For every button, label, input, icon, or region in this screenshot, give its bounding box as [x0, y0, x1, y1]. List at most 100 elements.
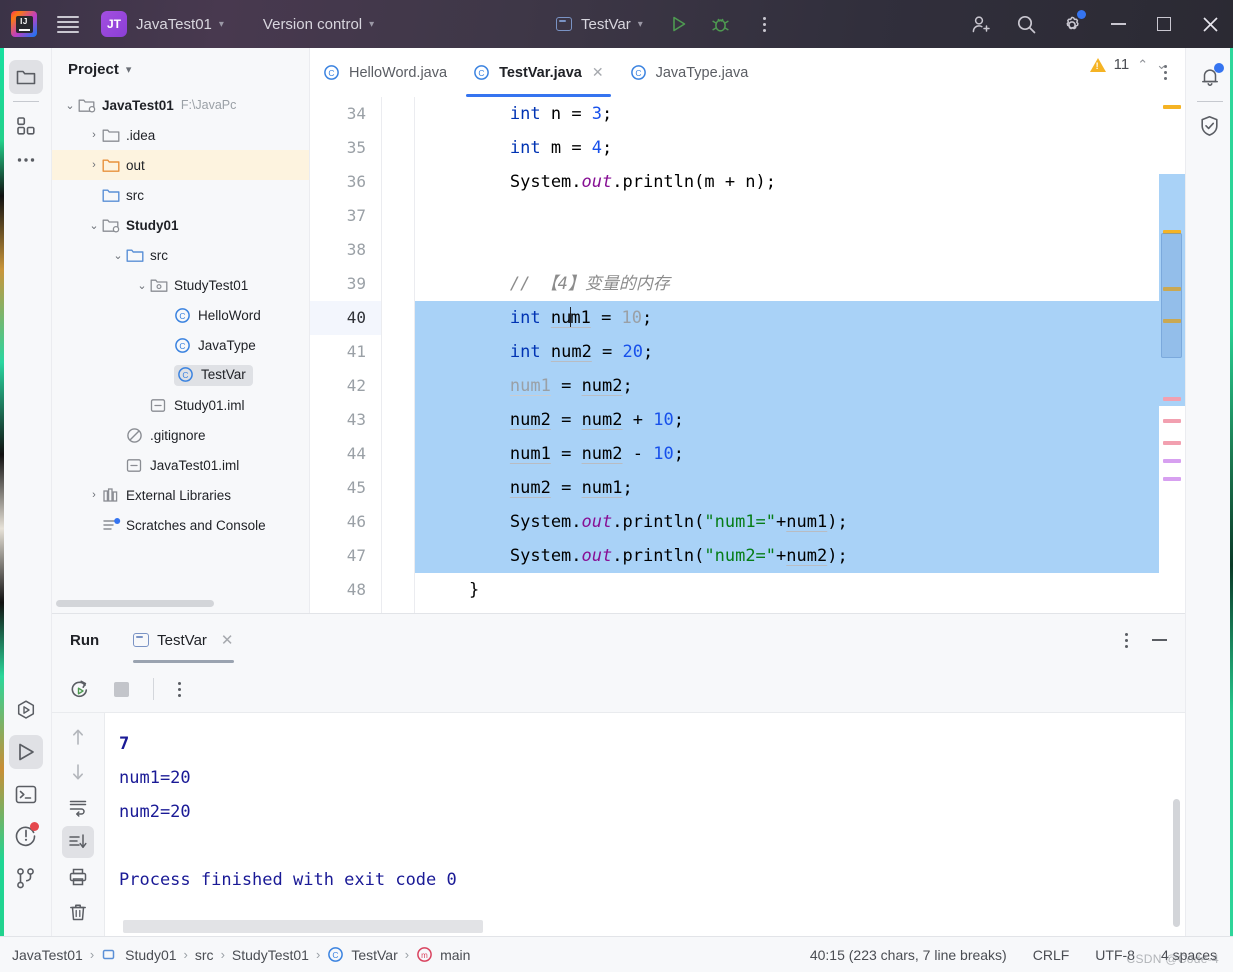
- project-tree-hscrollbar[interactable]: [56, 600, 306, 607]
- code-line[interactable]: // 【4】变量的内存: [416, 267, 1185, 301]
- tree-node-testvar[interactable]: · C TestVar: [52, 360, 309, 390]
- chevron-right-icon[interactable]: ›: [86, 159, 102, 171]
- stripe-marker-vio[interactable]: [1163, 459, 1181, 463]
- console-output[interactable]: 7 num1=20 num2=20 Process finished with ex…: [105, 713, 1185, 939]
- stop-button[interactable]: [107, 675, 135, 703]
- add-user-icon[interactable]: [957, 0, 1003, 48]
- close-icon[interactable]: ✕: [221, 631, 234, 649]
- breadcrumb-item-src[interactable]: src: [195, 947, 214, 963]
- caret-position[interactable]: 40:15 (223 chars, 7 line breaks): [810, 947, 1007, 963]
- editor-vertical-scrollbar[interactable]: [1161, 233, 1182, 358]
- run-more-options-icon[interactable]: [172, 676, 187, 703]
- tree-node-study01[interactable]: ⌄ Study01: [52, 210, 309, 240]
- error-stripe-marker-bar[interactable]: [1159, 97, 1185, 613]
- search-icon[interactable]: [1003, 0, 1049, 48]
- print-button[interactable]: [62, 861, 94, 893]
- sidebar-item-structure[interactable]: [9, 109, 43, 143]
- chevron-up-icon[interactable]: ⌃: [1137, 57, 1148, 73]
- tree-node-javatype[interactable]: · C JavaType: [52, 330, 309, 360]
- code-line[interactable]: num2 = num2 + 10;: [416, 403, 1185, 437]
- sidebar-item-more[interactable]: [9, 143, 43, 177]
- tree-node-out[interactable]: › out: [52, 150, 309, 180]
- up-button[interactable]: [62, 721, 94, 753]
- tree-node-javatest01[interactable]: ⌄ JavaTest01 F:\JavaPc: [52, 90, 309, 120]
- breadcrumb-item-testvar[interactable]: C TestVar: [327, 947, 398, 963]
- tree-node-idea[interactable]: › .idea: [52, 120, 309, 150]
- code-line[interactable]: int n = 3;: [416, 97, 1185, 131]
- stripe-marker-err[interactable]: [1163, 441, 1181, 445]
- chevron-down-icon[interactable]: ▾: [126, 63, 132, 76]
- tree-node-externallibraries[interactable]: › External Libraries: [52, 480, 309, 510]
- tree-node-study01iml[interactable]: · Study01.iml: [52, 390, 309, 420]
- code-line[interactable]: System.out.println("num1="+num1);: [416, 505, 1185, 539]
- settings-gear-icon[interactable]: [1049, 0, 1095, 48]
- sidebar-item-version-control[interactable]: [9, 861, 43, 895]
- tree-node-scratchesandconsole[interactable]: · Scratches and Console: [52, 510, 309, 540]
- line-separator[interactable]: CRLF: [1033, 947, 1070, 963]
- file-encoding[interactable]: UTF-8: [1095, 947, 1135, 963]
- sidebar-item-run[interactable]: [9, 735, 43, 769]
- stripe-marker-err[interactable]: [1163, 397, 1181, 401]
- code-line[interactable]: [416, 233, 1185, 267]
- run-icon[interactable]: [665, 10, 693, 38]
- chevron-down-icon[interactable]: ⌄: [134, 279, 150, 292]
- run-configuration-selector[interactable]: TestVar ▾: [556, 16, 643, 33]
- close-icon[interactable]: [1187, 0, 1233, 48]
- annotation-gutter[interactable]: [383, 97, 415, 613]
- more-vertical-icon[interactable]: [753, 11, 776, 38]
- code-line[interactable]: int num1 = 10;: [416, 301, 1185, 335]
- soft-wrap-button[interactable]: [62, 791, 94, 823]
- chevron-down-icon[interactable]: ⌄: [110, 249, 126, 262]
- maximize-icon[interactable]: [1141, 0, 1187, 48]
- close-icon[interactable]: ✕: [592, 64, 604, 81]
- chevron-right-icon[interactable]: ›: [86, 489, 102, 501]
- code-line[interactable]: [416, 199, 1185, 233]
- tree-node-src[interactable]: · src: [52, 180, 309, 210]
- down-button[interactable]: [62, 756, 94, 788]
- editor-tab-testvarjava[interactable]: C TestVar.java ✕: [460, 48, 617, 97]
- code-line[interactable]: num2 = num1;: [416, 471, 1185, 505]
- editor-tab-hellowordjava[interactable]: C HelloWord.java: [310, 48, 460, 97]
- code-line[interactable]: int m = 4;: [416, 131, 1185, 165]
- minimize-icon[interactable]: [1095, 0, 1141, 48]
- editor-tab-javatypejava[interactable]: C JavaType.java: [617, 48, 762, 97]
- breadcrumb-item-javatest01[interactable]: JavaTest01: [12, 947, 83, 963]
- notifications-button[interactable]: [1193, 60, 1227, 94]
- stripe-marker-warn[interactable]: [1163, 105, 1181, 109]
- code-line[interactable]: num1 = num2;: [416, 369, 1185, 403]
- scroll-to-end-button[interactable]: [62, 826, 94, 858]
- breadcrumb-item-study01[interactable]: Study01: [101, 947, 177, 963]
- minimize-icon[interactable]: [1152, 639, 1167, 641]
- tree-node-src[interactable]: ⌄ src: [52, 240, 309, 270]
- run-panel-options-icon[interactable]: [1121, 627, 1132, 654]
- project-name-button[interactable]: JavaTest01 ▾: [127, 16, 224, 33]
- clear-all-button[interactable]: [62, 896, 94, 928]
- hamburger-menu-icon[interactable]: [57, 15, 79, 33]
- shield-check-icon[interactable]: [1193, 109, 1227, 143]
- sidebar-item-project[interactable]: [8, 60, 43, 94]
- run-session-tab[interactable]: TestVar ✕: [133, 614, 234, 666]
- sidebar-item-terminal[interactable]: [9, 777, 43, 811]
- breadcrumb-item-studytest01[interactable]: StudyTest01: [232, 947, 309, 963]
- breadcrumb-item-main[interactable]: m main: [416, 947, 470, 963]
- tree-node-helloword[interactable]: · C HelloWord: [52, 300, 309, 330]
- tree-node-studytest01[interactable]: ⌄ StudyTest01: [52, 270, 309, 300]
- tree-node-gitignore[interactable]: · .gitignore: [52, 420, 309, 450]
- stripe-marker-vio[interactable]: [1163, 477, 1181, 481]
- code-line[interactable]: int num2 = 20;: [416, 335, 1185, 369]
- rerun-button[interactable]: [65, 675, 93, 703]
- tree-node-javatest01iml[interactable]: · JavaTest01.iml: [52, 450, 309, 480]
- sidebar-item-services[interactable]: [9, 693, 43, 727]
- code-line[interactable]: }: [416, 573, 1185, 607]
- code-editor[interactable]: 34 35 36 37 38 39 40 41 42 43 44 45 46 47 48 int n = 3…: [310, 97, 1185, 613]
- chevron-down-icon[interactable]: ⌄: [62, 99, 78, 112]
- project-badge[interactable]: JT: [101, 11, 127, 37]
- chevron-down-icon[interactable]: ⌄: [86, 219, 102, 232]
- version-control-button[interactable]: Version control ▾: [254, 16, 374, 33]
- debug-icon[interactable]: [707, 10, 735, 38]
- code-content[interactable]: int n = 3; int m = 4; System.out.println…: [416, 97, 1185, 613]
- code-line[interactable]: System.out.println("num2="+num2);: [416, 539, 1185, 573]
- code-line[interactable]: System.out.println(m + n);: [416, 165, 1185, 199]
- console-vertical-scrollbar[interactable]: [1173, 799, 1180, 927]
- stripe-marker-err[interactable]: [1163, 419, 1181, 423]
